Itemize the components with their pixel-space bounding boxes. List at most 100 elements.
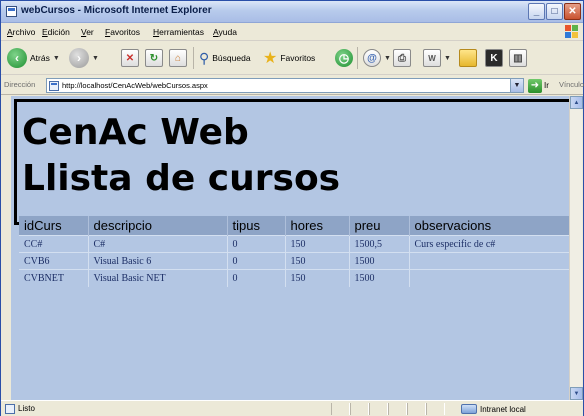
menu-edicion[interactable]: Edición xyxy=(42,27,70,37)
column-header-hores: hores xyxy=(285,216,350,236)
chevron-down-icon: ▼ xyxy=(384,54,391,62)
books-icon: ▥ xyxy=(509,49,527,67)
table-row: CVB6 Visual Basic 6 0 150 1500 xyxy=(19,252,574,270)
cell-hores: 150 xyxy=(285,252,350,270)
favorites-button[interactable]: ★ Favoritos xyxy=(263,47,315,69)
column-header-preu: preu xyxy=(349,216,410,236)
forward-button[interactable]: › ▼ xyxy=(69,47,99,69)
menu-bar: Archivo Edición Ver Favoritos Herramient… xyxy=(1,23,583,41)
go-label: Ir xyxy=(544,81,549,90)
cell-preu: 1500,5 xyxy=(349,235,410,253)
table-row: CC# C# 0 150 1500,5 Curs especific de c# xyxy=(19,235,574,253)
messenger-button[interactable]: K xyxy=(485,47,503,69)
minimize-button[interactable]: _ xyxy=(528,3,545,20)
status-bar: Listo Intranet local xyxy=(1,400,583,416)
folder-icon xyxy=(459,49,477,67)
scroll-down-arrow-icon[interactable]: ▼ xyxy=(570,387,583,400)
mail-button[interactable]: @ ▼ xyxy=(363,47,391,69)
column-header-idcurs: idCurs xyxy=(19,216,89,236)
toolbar-separator xyxy=(193,47,194,69)
cell-tipus: 0 xyxy=(227,269,286,287)
column-header-observacions: observacions xyxy=(409,216,574,236)
cell-idcurs: CVB6 xyxy=(19,252,89,270)
printer-icon: ⎙ xyxy=(393,49,411,67)
menu-favoritos[interactable]: Favoritos xyxy=(105,27,140,37)
chevron-down-icon: ▼ xyxy=(444,54,451,62)
print-button[interactable]: ⎙ xyxy=(393,47,411,69)
cell-descripcio: C# xyxy=(88,235,228,253)
go-arrow-icon: ➜ xyxy=(528,78,542,93)
links-button[interactable]: Vínculos xyxy=(559,80,584,89)
table-header-row: idCurs descripcio tipus hores preu obser… xyxy=(19,216,574,236)
search-icon: ⚲ xyxy=(199,49,210,66)
address-bar: Dirección http://localhost/CenAcWeb/webC… xyxy=(1,75,584,95)
menu-herramientas[interactable]: Herramientas xyxy=(153,27,204,37)
maximize-button[interactable]: □ xyxy=(546,3,563,20)
toolbar-separator xyxy=(357,47,358,69)
cell-idcurs: CVBNET xyxy=(19,269,89,287)
back-arrow-icon: ‹ xyxy=(7,48,27,68)
home-button[interactable]: ⌂ xyxy=(169,47,187,69)
page-title: Llista de cursos xyxy=(22,158,341,199)
status-panes xyxy=(331,403,445,415)
search-button[interactable]: ⚲ Búsqueda xyxy=(199,47,251,69)
back-button[interactable]: ‹ Atrás ▼ xyxy=(7,47,60,69)
intranet-icon xyxy=(461,404,477,414)
scroll-up-arrow-icon[interactable]: ▲ xyxy=(570,96,583,109)
vertical-scrollbar[interactable]: ▲ ▼ xyxy=(569,96,583,400)
edit-button[interactable]: W ▼ xyxy=(423,47,451,69)
security-zone[interactable]: Intranet local xyxy=(461,404,526,414)
cell-preu: 1500 xyxy=(349,252,410,270)
cell-descripcio: Visual Basic 6 xyxy=(88,252,228,270)
close-button[interactable]: ✕ xyxy=(564,3,581,20)
address-input[interactable]: http://localhost/CenAcWeb/webCursos.aspx… xyxy=(46,78,524,93)
cell-hores: 150 xyxy=(285,269,350,287)
refresh-icon: ↻ xyxy=(145,49,163,67)
cell-idcurs: CC# xyxy=(19,235,89,253)
back-label: Atrás xyxy=(30,53,50,63)
menu-archivo[interactable]: Archivo xyxy=(7,27,35,37)
chevron-down-icon: ▼ xyxy=(92,54,99,62)
status-pane xyxy=(369,403,388,415)
k-app-icon: K xyxy=(485,49,503,67)
status-pane xyxy=(407,403,426,415)
address-url: http://localhost/CenAcWeb/webCursos.aspx xyxy=(62,81,208,90)
page-icon xyxy=(49,81,59,91)
chevron-down-icon[interactable]: ▼ xyxy=(510,79,523,92)
research-button[interactable]: ▥ xyxy=(509,47,527,69)
history-icon: ◷ xyxy=(335,49,353,67)
menu-ver[interactable]: Ver xyxy=(81,27,94,37)
stop-button[interactable]: ✕ xyxy=(121,47,139,69)
cell-preu: 1500 xyxy=(349,269,410,287)
zone-label: Intranet local xyxy=(480,404,526,414)
ie-page-icon xyxy=(6,6,17,17)
title-bar[interactable]: webCursos - Microsoft Internet Explorer … xyxy=(1,1,583,23)
cell-observacions: Curs especific de c# xyxy=(409,235,574,253)
table-row: CVBNET Visual Basic NET 0 150 1500 xyxy=(19,269,574,287)
status-pane xyxy=(426,403,445,415)
forward-arrow-icon: › xyxy=(69,48,89,68)
menu-ayuda[interactable]: Ayuda xyxy=(213,27,237,37)
edit-page-icon: W xyxy=(423,49,441,67)
home-icon: ⌂ xyxy=(169,49,187,67)
star-icon: ★ xyxy=(263,50,278,67)
status-pane xyxy=(350,403,369,415)
cell-hores: 150 xyxy=(285,235,350,253)
search-label: Búsqueda xyxy=(212,53,251,63)
cell-tipus: 0 xyxy=(227,252,286,270)
history-button[interactable]: ◷ xyxy=(335,47,353,69)
cell-descripcio: Visual Basic NET xyxy=(88,269,228,287)
go-button[interactable]: ➜ Ir xyxy=(528,78,549,93)
page-content: CenAc Web Llista de cursos idCurs descri… xyxy=(11,96,582,400)
column-header-descripcio: descripcio xyxy=(88,216,228,236)
stop-icon: ✕ xyxy=(121,49,139,67)
refresh-button[interactable]: ↻ xyxy=(145,47,163,69)
status-pane xyxy=(388,403,407,415)
folder-button[interactable] xyxy=(459,47,477,69)
window-title: webCursos - Microsoft Internet Explorer xyxy=(21,5,212,16)
window-controls: _ □ ✕ xyxy=(528,3,581,20)
mail-icon: @ xyxy=(363,49,381,67)
status-pane xyxy=(331,403,350,415)
page-icon xyxy=(5,404,15,414)
status-text: Listo xyxy=(18,404,35,413)
